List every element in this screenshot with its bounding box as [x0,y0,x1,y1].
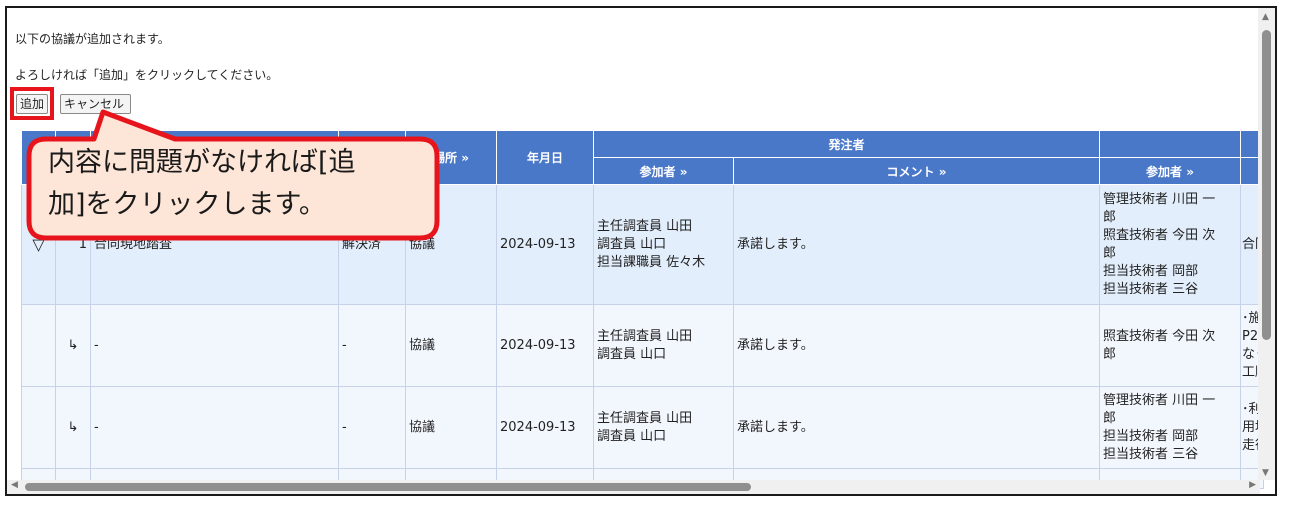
header-comment[interactable]: コメント » [732,157,1101,185]
row-comment: 承諾します。 [732,386,1101,469]
row-comment: 承諾します。 [732,304,1101,387]
message-line-2: よろしければ「追加」をクリックしてください。 [15,68,279,82]
callout-line: 内容に問題がなければ[追 [48,147,356,178]
row-contractor-participants: 管理技術者 川田 一 郎 照査技術者 今田 次 郎 担当技術者 岡部 担当技術者… [1099,184,1242,305]
participant: 郎 [1103,346,1117,362]
participant: 郎 [1103,410,1117,426]
participant: 管理技術者 川田 一 [1103,392,1216,408]
scroll-down-icon[interactable]: ▼ [1262,468,1269,478]
participant: 調査員 山口 [597,428,667,444]
participant: 郎 [1103,209,1117,225]
participant: 郎 [1103,245,1117,261]
participant: 管理技術者 川田 一 [1103,191,1216,207]
header-contractor [1099,130,1242,158]
participant: 主任調査員 山田 [597,328,693,344]
row-orderer-participants: 主任調査員 山田 調査員 山口 [593,386,734,469]
vertical-scroll-thumb[interactable] [1262,30,1271,340]
row-comment: 承諾します。 [732,184,1101,305]
participant: 調査員 山口 [597,346,667,362]
scroll-up-icon[interactable]: ▲ [1262,12,1269,22]
participant: 調査員 山口 [597,236,667,252]
row-status: - [338,386,406,469]
cancel-button[interactable]: キャンセル [60,94,131,114]
participant: 主任調査員 山田 [597,218,693,234]
row-date: 2024-09-13 [496,304,594,387]
row-contractor-participants: 照査技術者 今田 次 郎 [1099,304,1242,387]
row-contractor-participants: 管理技術者 川田 一 郎 担当技術者 岡部 担当技術者 三谷 [1099,386,1242,469]
row-kind: 協議 [405,386,497,469]
participant: 照査技術者 今田 次 [1103,227,1216,243]
header-date: 年月日 [496,130,594,185]
row-orderer-participants: 主任調査員 山田 調査員 山口 [593,304,734,387]
row-orderer-participants: 主任調査員 山田 調査員 山口 担当課職員 佐々木 [593,184,734,305]
row-date: 2024-09-13 [496,386,594,469]
callout-text: 内容に問題がなければ[追 加]をクリックします。 [48,142,430,226]
participant: 担当技術者 岡部 [1103,428,1199,444]
row-toggle-icon [21,386,56,469]
vertical-scrollbar[interactable]: ▲ ▼ [1258,8,1275,480]
callout-line: 加]をクリックします。 [48,189,326,220]
participant: 主任調査員 山田 [597,410,693,426]
row-kind: 協議 [405,304,497,387]
participant: 担当技術者 岡部 [1103,263,1199,279]
participant: 担当課職員 佐々木 [597,254,706,270]
row-toggle-icon [21,304,56,387]
row-date: 2024-09-13 [496,184,594,305]
scroll-left-icon[interactable]: ◀ [11,480,18,490]
horizontal-scroll-thumb[interactable] [25,483,751,491]
sub-row-arrow-icon: ↳ [55,304,91,387]
dialog-frame: 以下の協議が追加されます。 よろしければ「追加」をクリックしてください。 追加 … [5,6,1277,496]
message-line-1: 以下の協議が追加されます。 [15,32,170,46]
table-row[interactable]: ↳ - - 協議 2024-09-13 主任調査員 山田 調査員 山口 承諾しま… [21,304,1265,387]
add-button-highlight [10,87,54,120]
row-status: - [338,304,406,387]
participant: 担当技術者 三谷 [1103,281,1199,297]
header-contractor-participants[interactable]: 参加者 » [1099,157,1242,185]
row-title: - [90,304,339,387]
header-orderer: 発注者 [592,130,1101,158]
row-title: - [90,386,339,469]
table-row[interactable]: ↳ - - 協議 2024-09-13 主任調査員 山田 調査員 山口 承諾しま… [21,386,1265,469]
participant: 担当技術者 三谷 [1103,446,1199,462]
header-orderer-participants[interactable]: 参加者 » [593,157,734,185]
scroll-right-icon[interactable]: ▶ [1249,480,1256,490]
participant: 照査技術者 今田 次 [1103,328,1216,344]
sub-row-arrow-icon: ↳ [55,386,91,469]
horizontal-scrollbar[interactable]: ◀ ▶ [7,480,1260,494]
